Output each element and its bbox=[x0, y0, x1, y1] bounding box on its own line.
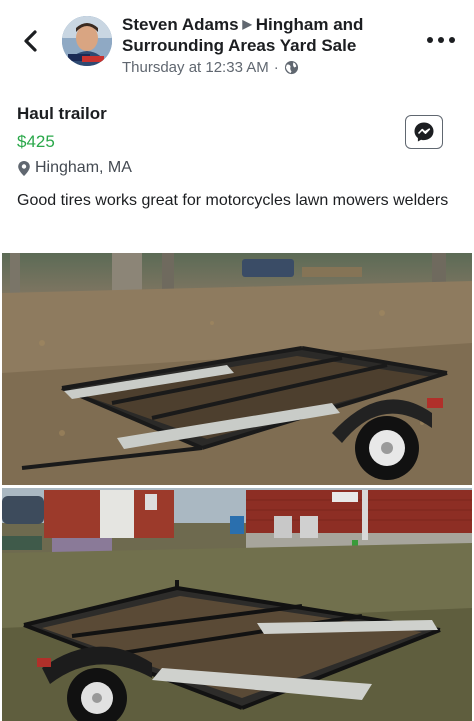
chevron-left-icon bbox=[24, 30, 37, 52]
separator: · bbox=[273, 59, 279, 76]
globe-icon bbox=[284, 60, 298, 75]
map-pin-icon bbox=[18, 160, 30, 176]
avatar[interactable] bbox=[62, 16, 112, 66]
listing-details: Haul trailor $425 Hingham, MA Good tires… bbox=[17, 103, 457, 212]
post-time-row: Thursday at 12:33 AM · bbox=[122, 59, 412, 76]
more-dots-icon bbox=[427, 37, 455, 43]
listing-price: $425 bbox=[17, 132, 55, 151]
listing-photo-1[interactable] bbox=[2, 253, 472, 485]
author-name[interactable]: Steven Adams bbox=[122, 15, 239, 34]
listing-location[interactable]: Hingham, MA bbox=[17, 158, 457, 178]
listing-title: Haul trailor bbox=[17, 104, 107, 123]
listing-photo-2[interactable] bbox=[2, 488, 472, 721]
post-meta: Steven Adams ▶ Hingham and Surrounding Are… bbox=[122, 14, 412, 76]
back-button[interactable] bbox=[18, 26, 44, 56]
more-options-button[interactable] bbox=[424, 30, 458, 50]
post-title-line: Steven Adams ▶ Hingham and Surrounding Are… bbox=[122, 14, 412, 56]
post-header: Steven Adams ▶ Hingham and Surrounding Are… bbox=[0, 0, 474, 90]
arrow-right-icon: ▶ bbox=[242, 17, 252, 31]
post-timestamp[interactable]: Thursday at 12:33 AM bbox=[122, 59, 269, 76]
location-text: Hingham, MA bbox=[35, 159, 132, 176]
listing-description: Good tires works great for motorcycles l… bbox=[17, 192, 449, 209]
